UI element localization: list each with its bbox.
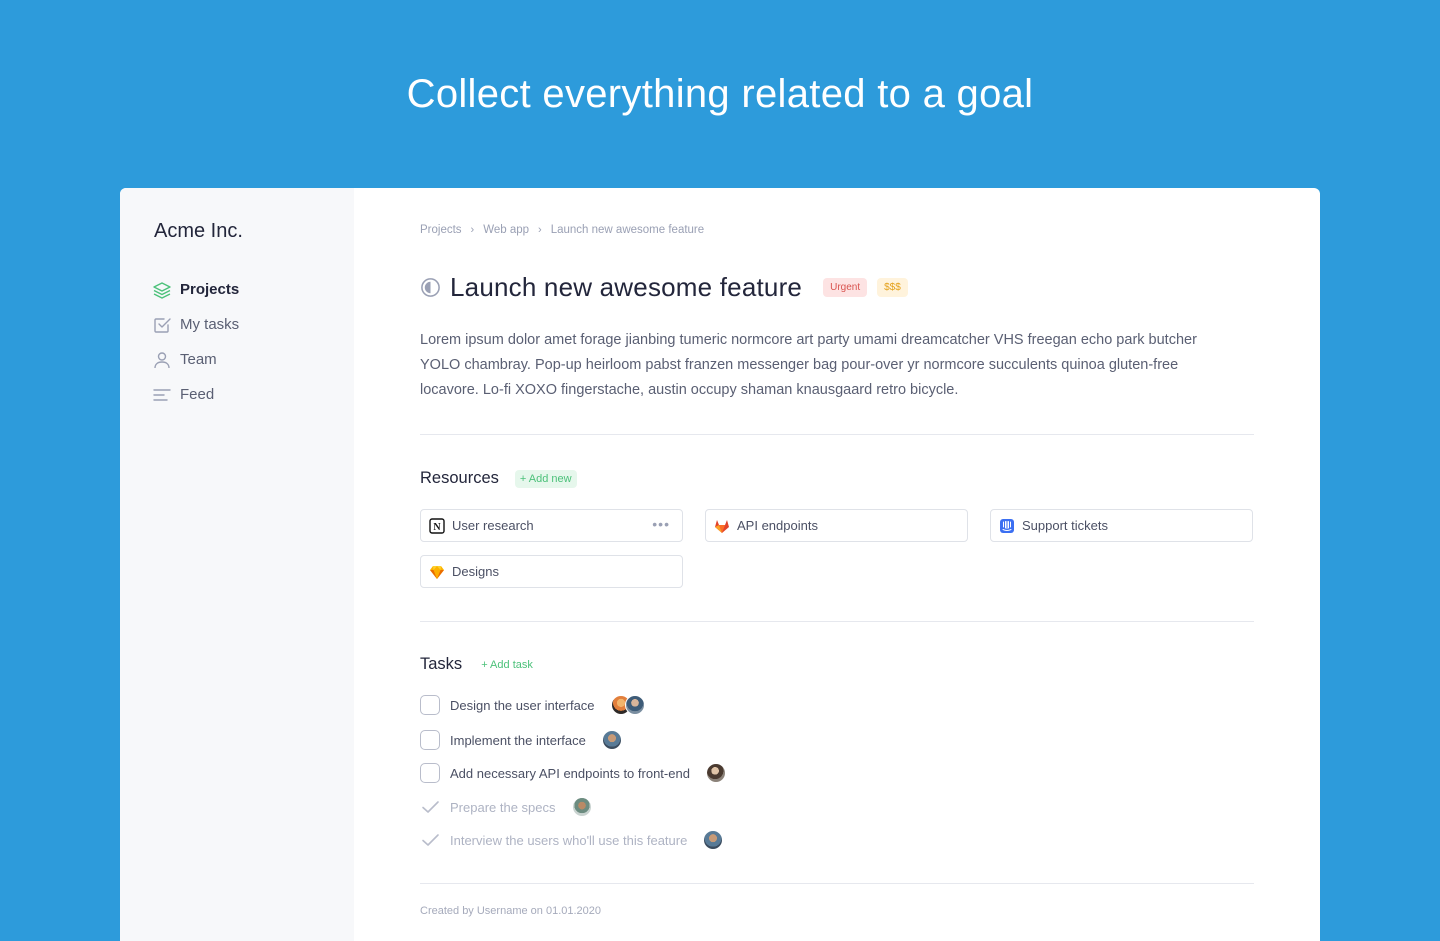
breadcrumb-projects[interactable]: Projects	[420, 224, 462, 236]
page-title: Launch new awesome feature	[450, 272, 803, 302]
task-item-completed: Prepare the specs	[420, 797, 592, 817]
feed-icon	[152, 385, 172, 405]
resource-label: Designs	[452, 564, 499, 579]
app-window: Acme Inc. Projects My tasks Team Feed Pr…	[120, 188, 1320, 941]
sidebar-nav: Projects My tasks Team Feed	[152, 272, 239, 412]
avatar[interactable]	[624, 695, 645, 715]
task-item: Design the user interface	[420, 695, 645, 715]
checkbox-icon	[152, 315, 172, 335]
divider	[420, 434, 1254, 435]
task-item: Add necessary API endpoints to front-end	[420, 763, 726, 783]
project-detail: Projects › Web app › Launch new awesome …	[420, 188, 1254, 941]
brand-name: Acme Inc.	[154, 220, 243, 242]
user-icon	[152, 350, 172, 370]
resource-designs[interactable]: Designs	[420, 555, 683, 588]
divider	[420, 621, 1254, 622]
notion-icon: N	[429, 517, 445, 534]
add-resource-button[interactable]: + Add new	[514, 469, 577, 488]
tasks-title: Tasks	[420, 655, 463, 673]
project-description: Lorem ipsum dolor amet forage jianbing t…	[420, 332, 1197, 398]
breadcrumb-web-app[interactable]: Web app	[483, 224, 529, 236]
task-checkbox[interactable]	[420, 695, 440, 715]
sidebar-item-team[interactable]: Team	[152, 342, 239, 377]
task-label[interactable]: Prepare the specs	[450, 800, 556, 815]
sidebar-item-feed[interactable]: Feed	[152, 377, 239, 412]
task-item-completed: Interview the users who'll use this feat…	[420, 830, 724, 850]
avatar[interactable]	[705, 763, 726, 783]
task-checkbox[interactable]	[420, 763, 440, 783]
divider	[420, 883, 1254, 884]
sidebar-item-label: Feed	[180, 386, 215, 403]
resource-label: API endpoints	[737, 518, 818, 533]
assignees	[610, 695, 645, 715]
hero-title: Collect everything related to a goal	[406, 72, 1034, 116]
svg-text:N: N	[433, 522, 441, 533]
assignees	[571, 797, 592, 817]
resource-label: Support tickets	[1022, 518, 1108, 533]
more-options-icon[interactable]: •••	[652, 516, 670, 532]
tasks-header: Tasks + Add task	[420, 655, 533, 674]
task-checkbox[interactable]	[420, 730, 440, 750]
urgent-badge: Urgent	[823, 278, 868, 297]
intercom-icon	[999, 518, 1015, 534]
checkmark-icon[interactable]	[420, 797, 440, 817]
cost-badge: $$$	[877, 278, 908, 297]
task-label[interactable]: Interview the users who'll use this feat…	[450, 833, 687, 848]
breadcrumb-current: Launch new awesome feature	[550, 224, 705, 236]
sidebar-item-my-tasks[interactable]: My tasks	[152, 307, 239, 342]
avatar[interactable]	[571, 797, 592, 817]
avatar[interactable]	[601, 730, 622, 750]
chevron-right-icon: ›	[538, 224, 542, 236]
layers-icon	[152, 280, 172, 300]
resources-title: Resources	[420, 469, 499, 487]
add-task-button[interactable]: + Add task	[481, 659, 533, 671]
checkmark-icon[interactable]	[420, 830, 440, 850]
resource-support-tickets[interactable]: Support tickets	[990, 509, 1253, 542]
chevron-right-icon: ›	[470, 224, 475, 236]
half-circle-status-icon[interactable]	[420, 277, 441, 298]
sidebar-item-label: Projects	[180, 281, 240, 298]
resource-label: User research	[452, 518, 534, 533]
breadcrumb: Projects › Web app › Launch new awesome …	[420, 224, 704, 236]
assignees	[703, 830, 724, 850]
task-label[interactable]: Add necessary API endpoints to front-end	[450, 766, 690, 781]
assignees	[705, 763, 726, 783]
sidebar-item-label: My tasks	[180, 316, 240, 333]
gitlab-icon	[714, 518, 730, 534]
sketch-icon	[429, 564, 445, 580]
resource-api-endpoints[interactable]: API endpoints	[705, 509, 968, 542]
sidebar-item-projects[interactable]: Projects	[152, 272, 239, 307]
resource-user-research[interactable]: N User research •••	[420, 509, 683, 542]
sidebar: Acme Inc. Projects My tasks Team Feed	[120, 188, 354, 941]
task-label[interactable]: Implement the interface	[450, 733, 586, 748]
sidebar-item-label: Team	[180, 351, 217, 368]
created-by-note: Created by Username on 01.01.2020	[420, 905, 602, 917]
resources-header: Resources + Add new	[420, 469, 577, 488]
task-item: Implement the interface	[420, 730, 622, 750]
avatar[interactable]	[703, 830, 724, 850]
title-row: Launch new awesome feature Urgent $$$	[420, 272, 908, 303]
assignees	[601, 730, 622, 750]
task-label[interactable]: Design the user interface	[450, 698, 595, 713]
